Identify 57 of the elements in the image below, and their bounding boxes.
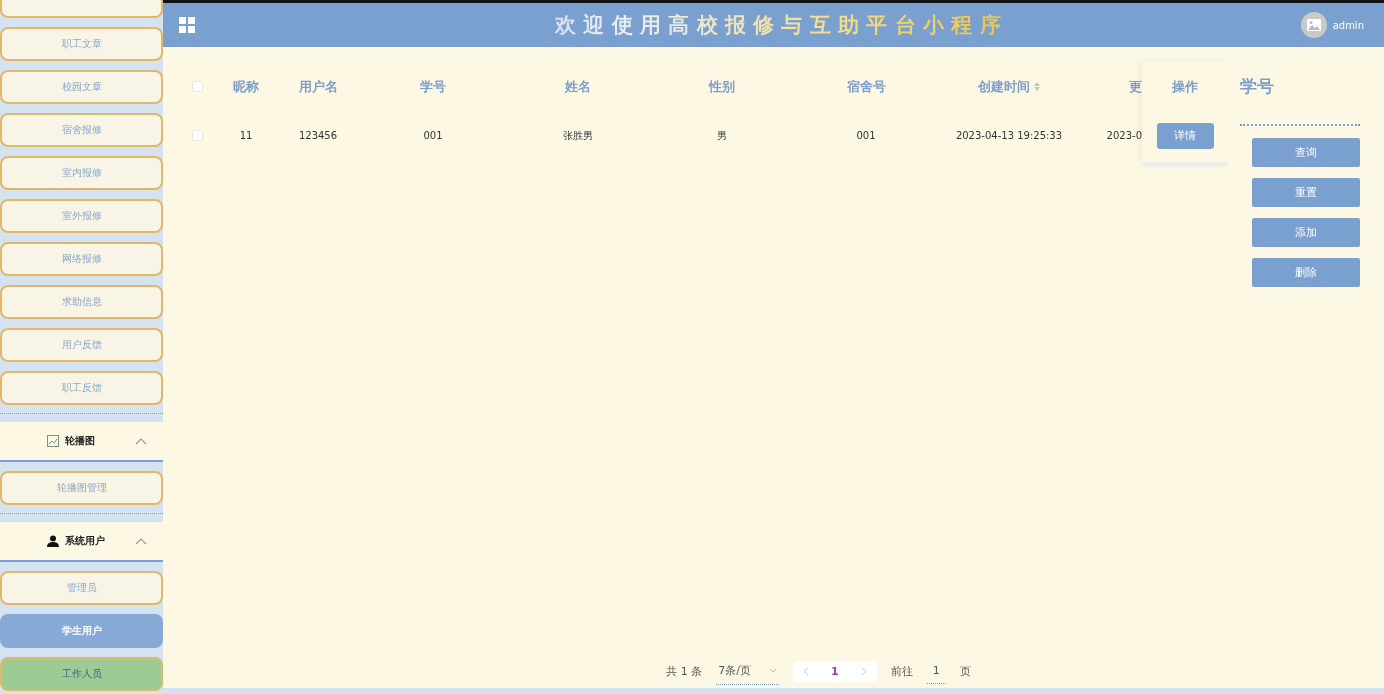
menu-item[interactable]: 网络报修 bbox=[0, 242, 163, 276]
column-header: 创建时间 bbox=[978, 77, 1030, 96]
table-cell: 001 bbox=[856, 130, 876, 141]
table-cell: 2023-0 bbox=[1106, 130, 1142, 141]
action-button[interactable]: 重置 bbox=[1252, 178, 1360, 207]
action-button[interactable]: 删除 bbox=[1252, 258, 1360, 287]
field-label: 学号 bbox=[1240, 75, 1274, 98]
total-count: 共 1 条 bbox=[666, 663, 703, 679]
goto-label: 前往 bbox=[890, 663, 913, 679]
column-header: 操作 bbox=[1172, 77, 1198, 96]
column-header: 姓名 bbox=[565, 77, 591, 96]
page-size-select[interactable]: 7条/页 bbox=[716, 657, 780, 685]
menu-item[interactable]: 用户反馈 bbox=[0, 328, 163, 362]
next-icon[interactable] bbox=[860, 666, 867, 676]
checkbox[interactable] bbox=[191, 130, 203, 141]
avatar-icon[interactable] bbox=[1300, 12, 1327, 38]
menu-item[interactable]: 工作人员 bbox=[0, 657, 163, 691]
action-button[interactable]: 添加 bbox=[1252, 218, 1360, 247]
sort-icon[interactable] bbox=[1034, 82, 1040, 91]
caret-icon[interactable] bbox=[769, 668, 778, 673]
checkbox[interactable] bbox=[191, 81, 203, 92]
column-header: 学号 bbox=[420, 77, 446, 96]
menu-item[interactable]: 职工反馈 bbox=[0, 371, 163, 405]
column-header: 用户名 bbox=[298, 77, 338, 96]
chevron-icon bbox=[135, 437, 147, 445]
menu-group[interactable]: 系统用户 bbox=[0, 522, 163, 562]
action-button[interactable]: 查询 bbox=[1252, 138, 1360, 167]
menu-item[interactable]: 校园文章 bbox=[0, 70, 163, 104]
menu-item[interactable]: 轮播图管理 bbox=[0, 471, 163, 505]
menu-item[interactable]: 学生用户 bbox=[0, 614, 163, 648]
column-header: 更 bbox=[1129, 77, 1142, 96]
table-cell: 123456 bbox=[298, 130, 338, 141]
chevron-icon bbox=[135, 537, 147, 545]
detail-button[interactable]: 详情 bbox=[1156, 122, 1214, 149]
page-input[interactable]: 1 bbox=[926, 658, 946, 684]
column-header: 昵称 bbox=[233, 77, 259, 96]
table-cell: 11 bbox=[239, 130, 253, 141]
column-header: 宿舍号 bbox=[846, 77, 886, 96]
menu-item[interactable]: 职工文章 bbox=[0, 27, 163, 61]
menu-item[interactable]: 宿舍报修 bbox=[0, 113, 163, 147]
page-number[interactable]: 1 bbox=[831, 664, 839, 678]
table-cell: 001 bbox=[423, 130, 443, 141]
menu-item[interactable]: 室外报修 bbox=[0, 199, 163, 233]
menu-item[interactable]: 求助信息 bbox=[0, 285, 163, 319]
table-cell: 男 bbox=[717, 128, 727, 143]
user-icon bbox=[47, 535, 59, 547]
previous-icon[interactable] bbox=[803, 666, 810, 676]
menu-group[interactable]: 轮播图 bbox=[0, 422, 163, 462]
menu-item[interactable]: 管理员 bbox=[0, 571, 163, 605]
table-cell: 张胜男 bbox=[563, 128, 593, 143]
image-icon bbox=[47, 435, 59, 447]
user-name[interactable]: admin bbox=[1332, 19, 1364, 31]
menu-item[interactable]: 室内报修 bbox=[0, 156, 163, 190]
page-suffix: 页 bbox=[959, 663, 971, 679]
table-cell: 2023-04-13 19:25:33 bbox=[955, 130, 1063, 141]
grid-icon[interactable] bbox=[179, 17, 195, 33]
column-header: 性别 bbox=[709, 77, 735, 96]
